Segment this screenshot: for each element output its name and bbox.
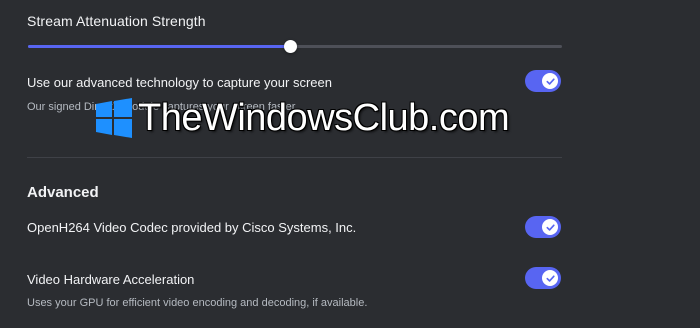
capture-screen-label: Use our advanced technology to capture y…	[27, 75, 332, 90]
slider-title: Stream Attenuation Strength	[27, 13, 206, 29]
advanced-heading: Advanced	[27, 184, 99, 201]
slider-thumb[interactable]	[284, 40, 297, 53]
hardware-acceleration-description: Uses your GPU for efficient video encodi…	[27, 297, 368, 309]
toggle-knob	[542, 270, 558, 286]
check-icon	[545, 77, 555, 85]
voice-video-settings-panel: Stream Attenuation Strength Use our adva…	[0, 0, 700, 328]
openh264-toggle[interactable]	[525, 216, 561, 238]
toggle-knob	[542, 73, 558, 89]
capture-screen-description: Our signed DirectX module captures your …	[27, 101, 298, 113]
slider-fill	[28, 45, 290, 48]
openh264-label: OpenH264 Video Codec provided by Cisco S…	[27, 220, 357, 235]
toggle-knob	[542, 219, 558, 235]
hardware-acceleration-toggle[interactable]	[525, 267, 561, 289]
capture-screen-toggle[interactable]	[525, 70, 561, 92]
section-divider	[27, 157, 562, 158]
attenuation-slider[interactable]	[28, 40, 562, 53]
hardware-acceleration-label: Video Hardware Acceleration	[27, 272, 195, 287]
check-icon	[545, 223, 555, 231]
check-icon	[545, 274, 555, 282]
